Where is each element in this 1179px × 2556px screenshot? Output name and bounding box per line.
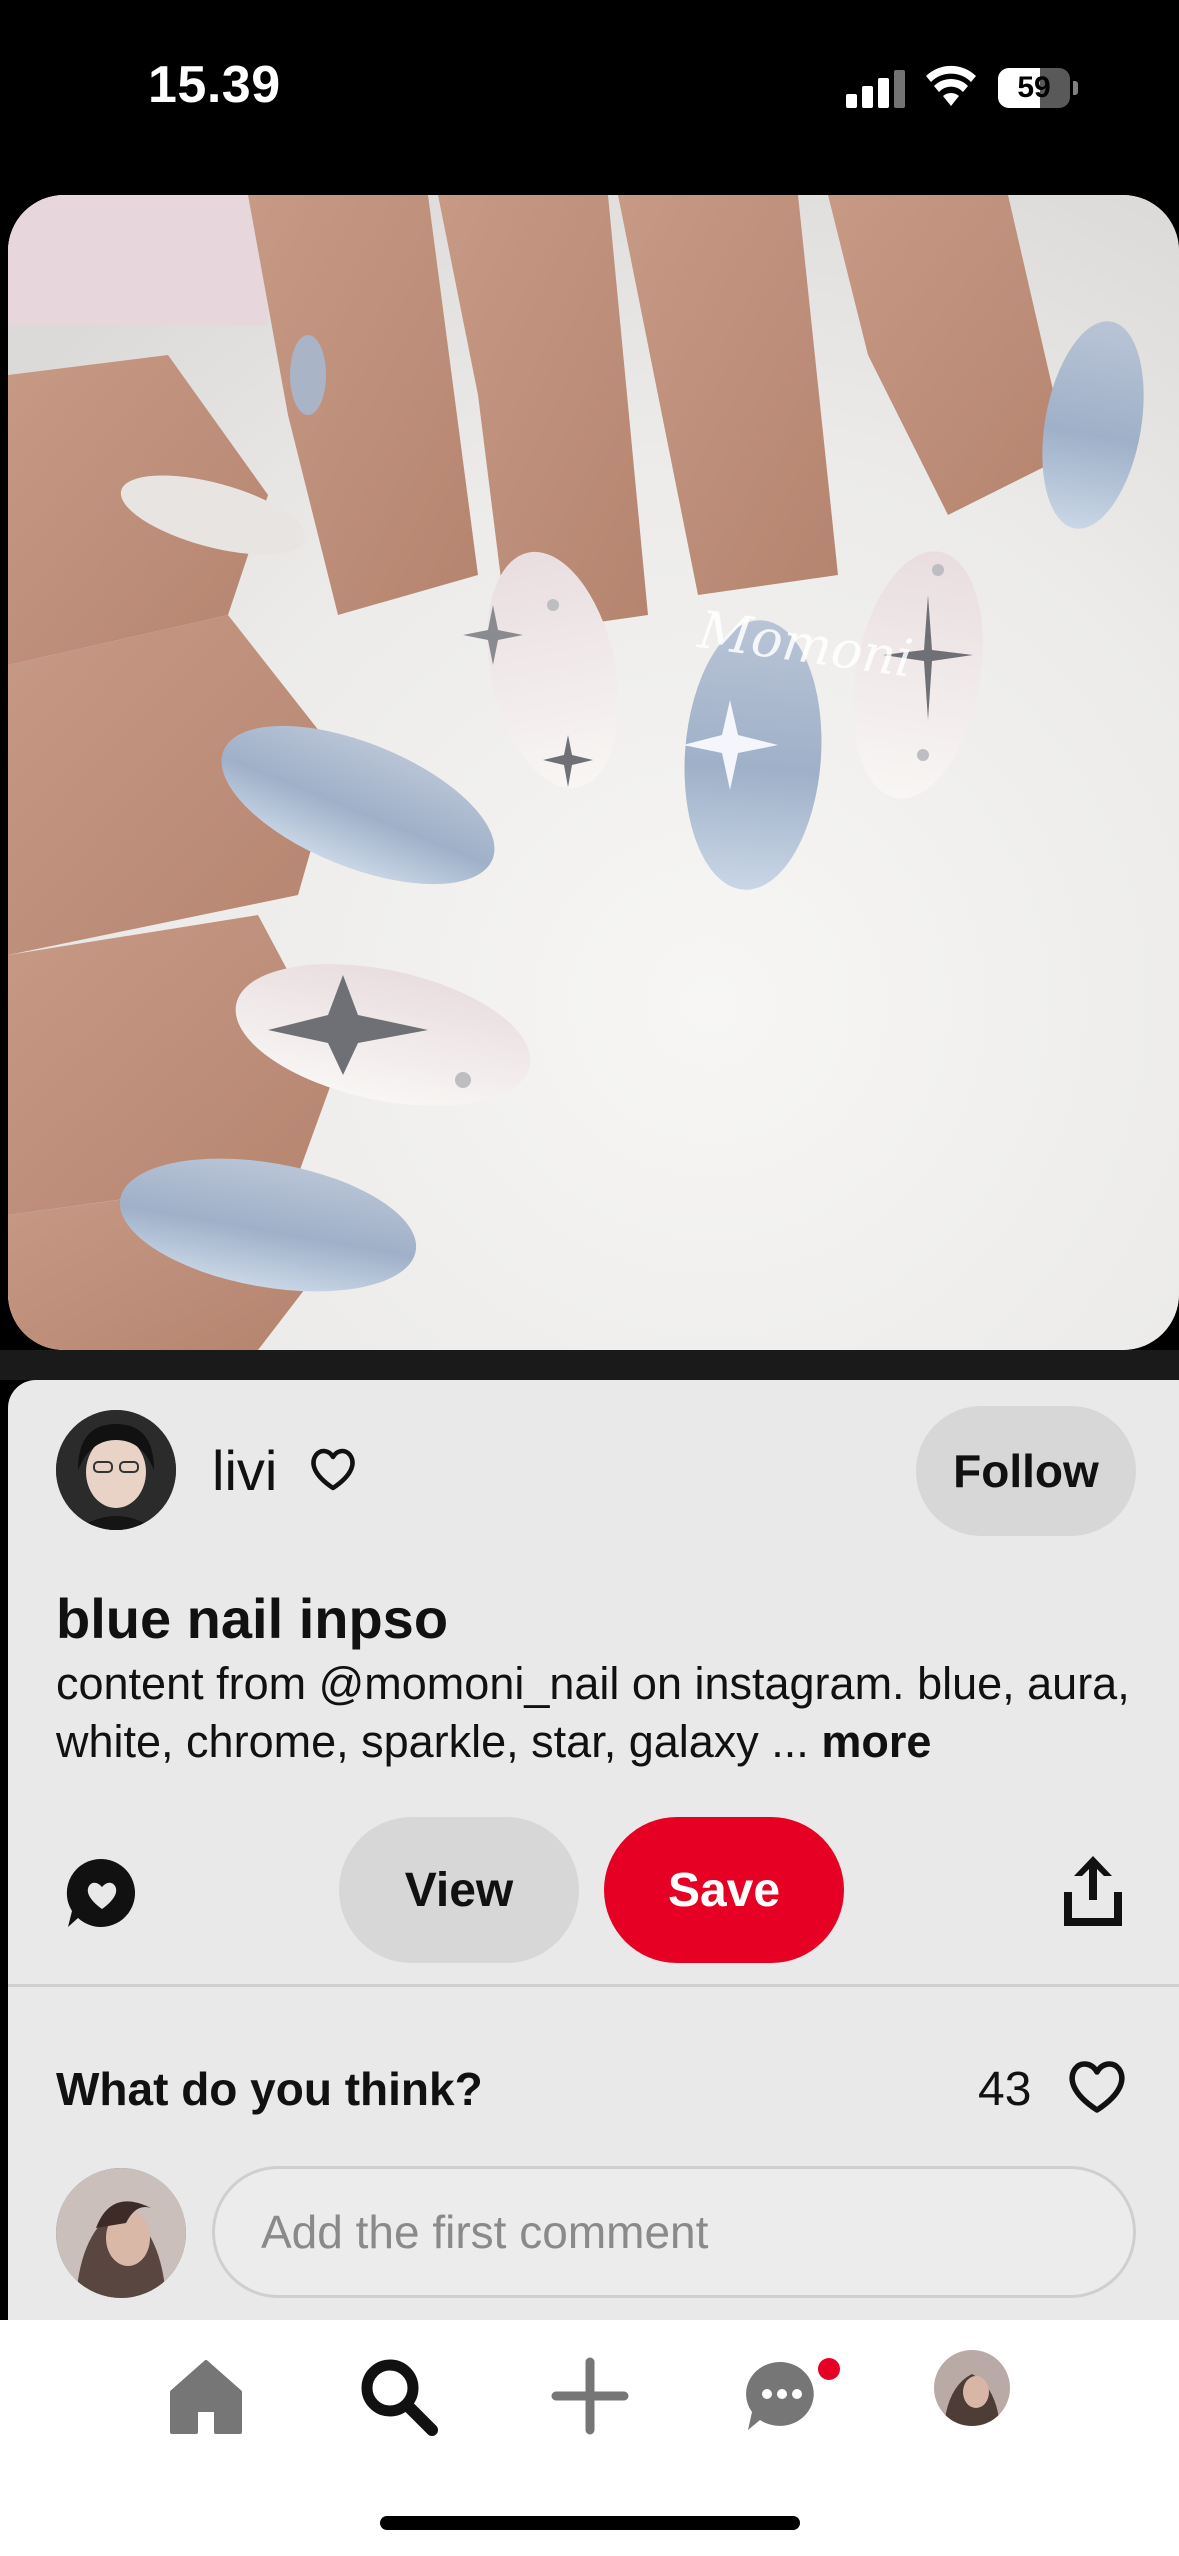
comments-prompt: What do you think?	[56, 2063, 483, 2115]
battery-level: 59	[1017, 71, 1051, 104]
author-avatar[interactable]	[56, 1410, 176, 1530]
nail-photo	[8, 195, 1179, 1350]
share-icon[interactable]	[1060, 1852, 1126, 1928]
pin-detail-card: livi Follow blue nail inpso content from…	[8, 1380, 1179, 2320]
search-icon[interactable]	[356, 2354, 440, 2438]
current-user-avatar	[56, 2168, 186, 2298]
pin-image[interactable]: Momoni	[8, 195, 1179, 1350]
cellular-signal-icon	[846, 70, 906, 108]
home-indicator	[380, 2516, 800, 2530]
pin-description-text: content from @momoni_nail on instagram. …	[56, 1658, 1130, 1767]
author-name[interactable]: livi	[212, 1438, 277, 1503]
pin-title: blue nail inpso	[56, 1587, 449, 1650]
notification-badge	[818, 2358, 840, 2380]
pin-description: content from @momoni_nail on instagram. …	[56, 1655, 1146, 1771]
bottom-navigation	[0, 2320, 1179, 2556]
follow-button[interactable]: Follow	[916, 1406, 1136, 1536]
home-icon[interactable]	[164, 2354, 248, 2438]
status-bar: 15.39 59	[0, 0, 1179, 175]
comment-heart-icon[interactable]	[64, 1855, 140, 1931]
plus-icon[interactable]	[548, 2354, 632, 2438]
section-divider	[8, 1984, 1179, 1987]
status-time: 15.39	[148, 56, 281, 114]
like-count: 43	[978, 2063, 1032, 2116]
pin-detail-screen: 15.39 59 Momoni livi Follow blue nail in…	[0, 0, 1179, 2556]
more-link[interactable]: more	[821, 1716, 931, 1767]
comment-input[interactable]	[212, 2166, 1136, 2298]
chat-icon[interactable]	[740, 2354, 824, 2438]
profile-avatar[interactable]	[934, 2350, 1010, 2426]
heart-icon	[311, 1448, 355, 1491]
save-button[interactable]: Save	[604, 1817, 844, 1963]
like-heart-icon[interactable]	[1065, 2058, 1129, 2116]
battery-icon: 59	[998, 68, 1078, 108]
image-separator	[0, 1350, 1179, 1380]
wifi-icon	[926, 65, 976, 106]
view-button[interactable]: View	[339, 1817, 579, 1963]
